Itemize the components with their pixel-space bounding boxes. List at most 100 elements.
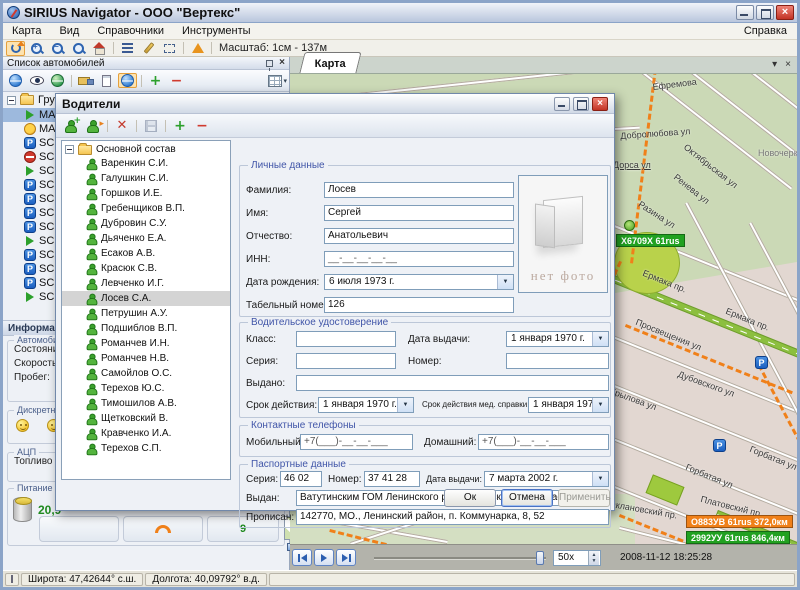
skip-forward-button[interactable] (336, 549, 356, 566)
license-series-label: Серия: (246, 356, 278, 367)
delete-driver-button[interactable]: ✕ (111, 116, 133, 135)
home-button[interactable] (90, 41, 109, 56)
play-button[interactable] (314, 549, 334, 566)
surname-field[interactable]: Лосев (324, 182, 514, 198)
birthdate-select[interactable]: 6 июля 1973 г. (324, 274, 514, 290)
statusbar: Широта: 47,42644° с.ш. Долгота: 40,09792… (3, 570, 797, 587)
layers-button[interactable] (118, 41, 137, 56)
timeline-slider-thumb[interactable] (536, 551, 544, 565)
ok-button[interactable]: Ок (444, 489, 496, 507)
move-driver-button[interactable]: ▸ (82, 116, 104, 135)
med-valid-select[interactable]: 1 января 1970 г. (528, 397, 609, 413)
name-label: Имя: (246, 208, 268, 219)
remove-group-button[interactable]: − (191, 116, 213, 135)
dialog-title: Водители (62, 97, 551, 111)
maximize-button[interactable] (756, 5, 774, 20)
menu-item[interactable]: Карта (3, 24, 50, 38)
inn-field[interactable]: __-__-__-__-__ (324, 251, 514, 267)
name-field[interactable]: Сергей (324, 205, 514, 221)
measure-button[interactable] (188, 41, 207, 56)
license-number-field[interactable] (506, 353, 609, 369)
toolbar-separator (113, 42, 114, 54)
battery-icon (13, 497, 32, 522)
follow-button[interactable] (118, 73, 137, 88)
add-group-button[interactable]: + (169, 116, 191, 135)
vehicle-label: SC (39, 277, 54, 289)
vehicle-marker[interactable] (624, 220, 635, 231)
edit-icon (143, 42, 154, 54)
panel-close-icon[interactable]: × (279, 58, 285, 68)
close-button[interactable]: × (776, 5, 794, 20)
passport-issue-date-select[interactable]: 7 марта 2002 г. (484, 471, 609, 487)
vehicle-panel-title: Список автомобилей (7, 58, 266, 69)
skip-back-button[interactable] (292, 549, 312, 566)
license-valid-select[interactable]: 1 января 1970 г. (318, 397, 414, 413)
cancel-button[interactable]: Отмена (501, 489, 553, 507)
remove-vehicle-button[interactable]: − (167, 73, 186, 88)
add-vehicle-button[interactable]: + (146, 73, 165, 88)
gauge-panel (39, 516, 119, 542)
license-issued-by-field[interactable] (296, 375, 609, 391)
vehicle-plate-label[interactable]: 2992УУ 61rus 846,4км (686, 531, 790, 544)
edit-button[interactable] (139, 41, 158, 56)
map-tabstrip: Карта ▾ × (290, 57, 797, 74)
apply-button[interactable]: Применить (558, 489, 610, 507)
parking-icon[interactable] (713, 439, 726, 452)
passport-number-label: Номер: (328, 474, 362, 485)
save-button[interactable] (140, 116, 162, 135)
report-button[interactable] (97, 73, 116, 88)
dialog-minimize-button[interactable] (554, 97, 570, 111)
smiley-icon (16, 419, 29, 432)
vehicle-button[interactable] (76, 73, 95, 88)
tab-map[interactable]: Карта (299, 52, 361, 73)
vehicle-status-icon (24, 137, 36, 149)
app-icon (7, 6, 20, 19)
select-area-button[interactable] (160, 41, 179, 56)
playback-speed-input[interactable]: 50x ▲▼ (553, 550, 601, 566)
mobile-field[interactable]: +7(___)-__-__-___ (300, 434, 413, 450)
license-series-field[interactable] (296, 353, 396, 369)
vehicle-label: МА (39, 123, 56, 135)
show-all-button[interactable] (6, 73, 25, 88)
zoom-window-button[interactable] (69, 41, 88, 56)
license-class-field[interactable] (296, 331, 396, 347)
drivers-dialog: Водители × + ▸ ✕ + − Основной состав (55, 93, 615, 511)
license-issue-date-select[interactable]: 1 января 1970 г. (506, 331, 609, 347)
dialog-close-button[interactable]: × (592, 97, 608, 111)
spinner-arrows[interactable]: ▲▼ (588, 551, 599, 565)
globe-green-button[interactable] (48, 73, 67, 88)
driver-photo-box[interactable]: нет фото (518, 175, 608, 293)
registered-field[interactable]: 142770, МО., Ленинский район, п. Коммуна… (296, 509, 609, 525)
folder-icon (20, 95, 34, 105)
view-mode-button[interactable]: ▾ (268, 75, 287, 87)
menu-item[interactable]: Справочники (88, 24, 173, 38)
passport-number-field[interactable]: 37 41 28 (364, 471, 420, 487)
timeline-slider[interactable] (374, 557, 546, 560)
menu-item[interactable]: Вид (50, 24, 88, 38)
track-button[interactable] (6, 41, 25, 56)
patronymic-field[interactable]: Анатольевич (324, 228, 514, 244)
vehicle-plate-label[interactable]: Х6709Х 61rus (616, 234, 685, 247)
visibility-button[interactable] (27, 73, 46, 88)
passport-series-field[interactable]: 46 02 (280, 471, 322, 487)
vehicle-plate-label[interactable]: О883УВ 61rus 372,0км (686, 515, 793, 528)
vehicle-label: SC (39, 193, 54, 205)
add-driver-button[interactable]: + (60, 116, 82, 135)
dialog-maximize-button[interactable] (573, 97, 589, 111)
no-photo-label: нет фото (519, 268, 607, 284)
close-icon[interactable]: × (785, 59, 791, 70)
parking-icon[interactable] (755, 356, 768, 369)
menu-item-help[interactable]: Справка (734, 24, 797, 38)
minimize-button[interactable] (736, 5, 754, 20)
group-caption: Контактные телефоны (248, 420, 359, 431)
home-phone-field[interactable]: +7(___)-__-__-___ (478, 434, 609, 450)
pin-icon[interactable] (266, 60, 273, 67)
zoom-window-icon (72, 42, 85, 55)
personnel-number-field[interactable]: 126 (324, 297, 514, 313)
zoom-in-button[interactable]: + (27, 41, 46, 56)
collapse-icon[interactable] (7, 96, 16, 105)
vehicle-label: SC (39, 291, 54, 303)
zoom-out-button[interactable]: − (48, 41, 67, 56)
chevron-down-icon[interactable]: ▾ (772, 59, 777, 70)
menu-item[interactable]: Инструменты (173, 24, 260, 38)
